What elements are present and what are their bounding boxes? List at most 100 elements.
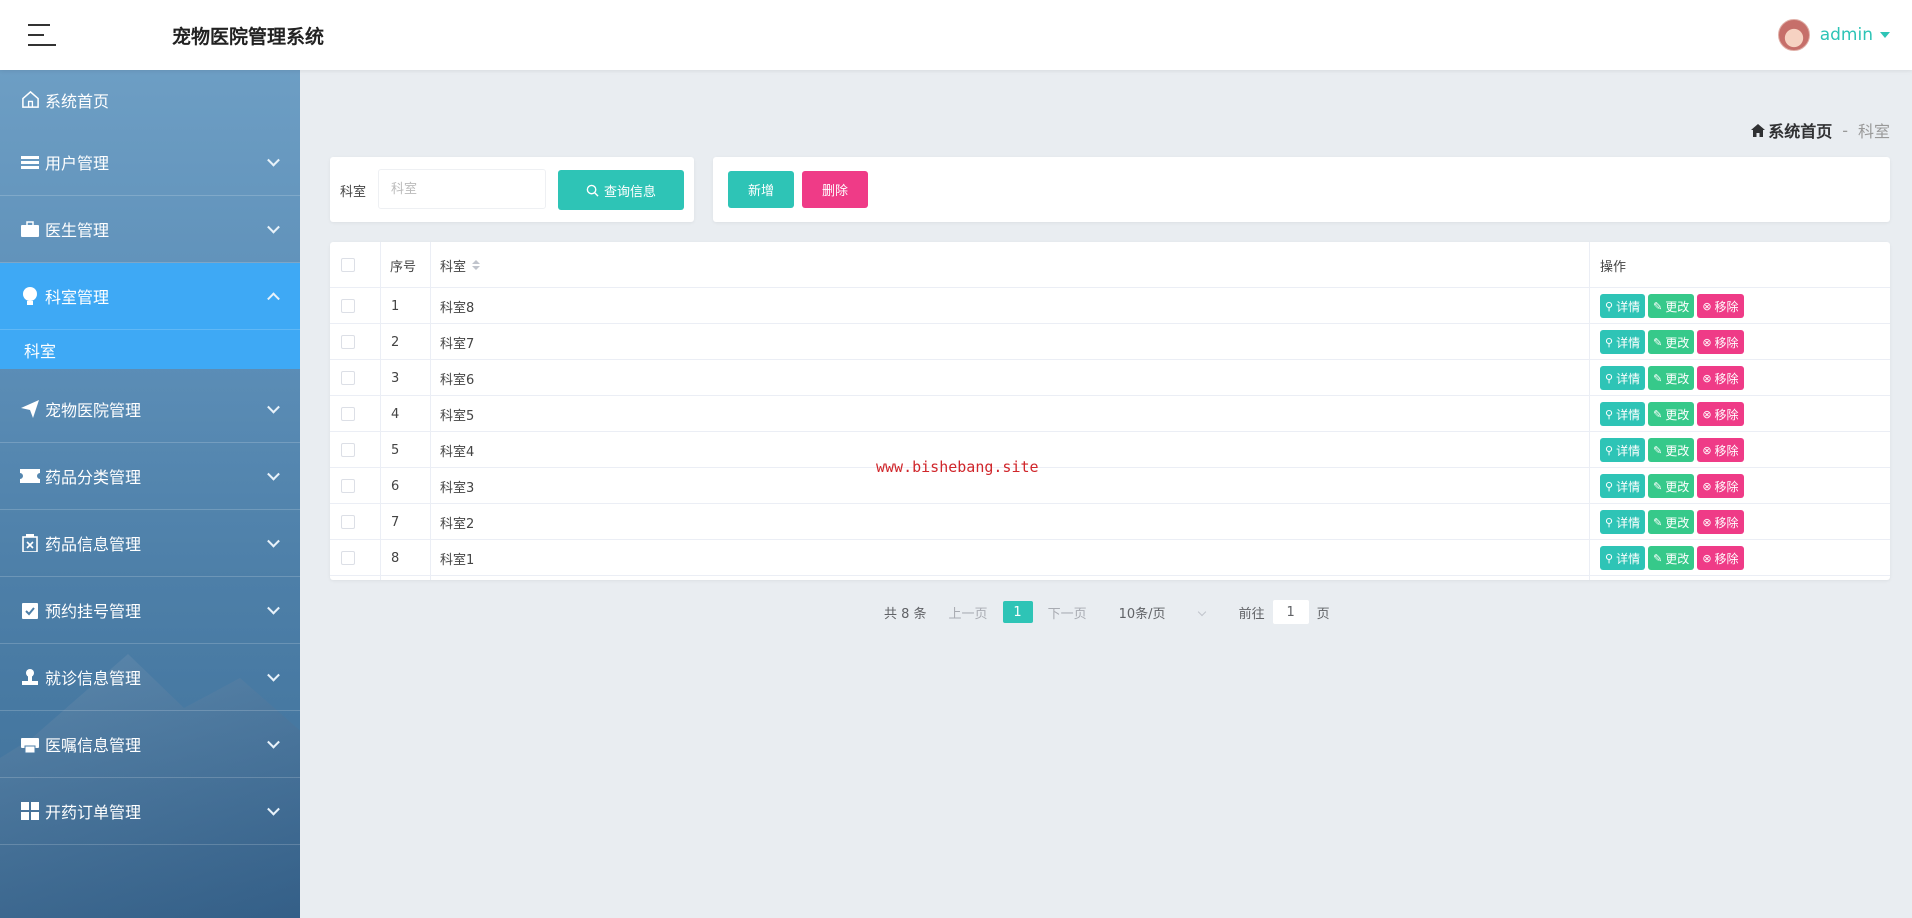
breadcrumb-home[interactable]: 系统首页 — [1751, 118, 1832, 142]
header-name[interactable]: 科室 — [440, 242, 481, 288]
search-input[interactable] — [378, 169, 546, 209]
edit-button[interactable]: ✎ 更改 — [1648, 366, 1695, 390]
edit-button[interactable]: ✎ 更改 — [1648, 474, 1695, 498]
remove-button[interactable]: ⊗ 移除 — [1697, 546, 1744, 570]
remove-button[interactable]: ⊗ 移除 — [1697, 330, 1744, 354]
pagination: 共 8 条 上一页 1 下一页 10条/页 前往 页 — [884, 600, 1330, 624]
detail-button[interactable]: ⚲ 详情 — [1600, 474, 1646, 498]
chevron-down-icon — [267, 220, 280, 234]
search-button[interactable]: 查询信息 — [558, 170, 684, 210]
close-circle-icon: ⊗ — [1702, 371, 1712, 385]
sidebar-item-label: 药品信息管理 — [45, 535, 142, 554]
detail-button[interactable]: ⚲ 详情 — [1600, 510, 1646, 534]
header-operations: 操作 — [1600, 259, 1627, 275]
remove-button[interactable]: ⊗ 移除 — [1697, 402, 1744, 426]
row-select-cell — [341, 540, 355, 576]
row-checkbox[interactable] — [341, 443, 355, 457]
row-operations: ⚲ 详情 ✎ 更改 ⊗ 移除 — [1600, 468, 1744, 504]
sidebar-item-appointments[interactable]: 预约挂号管理 — [0, 577, 300, 644]
pencil-icon: ✎ — [1653, 551, 1663, 565]
sidebar-item-doctors[interactable]: 医生管理 — [0, 196, 300, 263]
edit-button-label: 更改 — [1665, 335, 1690, 350]
user-menu[interactable]: admin — [1777, 18, 1890, 52]
row-checkbox[interactable] — [341, 515, 355, 529]
row-index: 7 — [391, 514, 400, 530]
detail-button[interactable]: ⚲ 详情 — [1600, 294, 1646, 318]
sidebar-item-home[interactable]: 系统首页 — [0, 70, 300, 129]
sidebar-item-prescription-orders[interactable]: 开药订单管理 — [0, 778, 300, 845]
breadcrumb-current: 科室 — [1857, 122, 1890, 141]
chevron-down-icon — [267, 534, 280, 548]
edit-button-label: 更改 — [1665, 299, 1690, 314]
row-index: 3 — [391, 370, 400, 386]
row-index: 2 — [391, 334, 400, 350]
row-operations: ⚲ 详情 ✎ 更改 ⊗ 移除 — [1600, 288, 1744, 324]
close-circle-icon: ⊗ — [1702, 515, 1712, 529]
menu-toggle-icon[interactable] — [28, 24, 56, 46]
row-index: 1 — [391, 298, 400, 314]
top-header: 宠物医院管理系统 admin — [0, 0, 1912, 70]
sidebar-item-visits[interactable]: 就诊信息管理 — [0, 644, 300, 711]
sidebar-item-departments[interactable]: 科室管理 — [0, 263, 300, 330]
detail-button[interactable]: ⚲ 详情 — [1600, 366, 1646, 390]
pencil-icon: ✎ — [1653, 443, 1663, 457]
sidebar-subitem-department[interactable]: 科室 — [0, 330, 300, 369]
remove-button[interactable]: ⊗ 移除 — [1697, 438, 1744, 462]
detail-button[interactable]: ⚲ 详情 — [1600, 402, 1646, 426]
row-checkbox[interactable] — [341, 335, 355, 349]
row-checkbox[interactable] — [341, 371, 355, 385]
remove-button[interactable]: ⊗ 移除 — [1697, 366, 1744, 390]
goto-page-input[interactable] — [1272, 600, 1309, 624]
remove-button[interactable]: ⊗ 移除 — [1697, 510, 1744, 534]
edit-button[interactable]: ✎ 更改 — [1648, 510, 1695, 534]
header-select-all[interactable] — [341, 242, 355, 288]
sidebar-item-label: 系统首页 — [45, 91, 110, 111]
edit-button[interactable]: ✎ 更改 — [1648, 294, 1695, 318]
sidebar-item-users[interactable]: 用户管理 — [0, 129, 300, 196]
paper-plane-icon — [20, 399, 40, 419]
row-name: 科室3 — [440, 480, 475, 496]
page-size-select[interactable]: 10条/页 — [1119, 600, 1209, 624]
close-circle-icon: ⊗ — [1702, 479, 1712, 493]
edit-button[interactable]: ✎ 更改 — [1648, 402, 1695, 426]
sidebar-item-label: 药品分类管理 — [45, 468, 142, 487]
row-checkbox[interactable] — [341, 479, 355, 493]
row-operations: ⚲ 详情 ✎ 更改 ⊗ 移除 — [1600, 396, 1744, 432]
edit-button[interactable]: ✎ 更改 — [1648, 438, 1695, 462]
edit-button-label: 更改 — [1665, 371, 1690, 386]
edit-button[interactable]: ✎ 更改 — [1648, 546, 1695, 570]
search-button-label: 查询信息 — [603, 184, 656, 200]
sidebar-item-pet-hospitals[interactable]: 宠物医院管理 — [0, 376, 300, 443]
sidebar-item-label: 开药订单管理 — [45, 803, 142, 822]
pagination-prev[interactable]: 上一页 — [949, 603, 988, 622]
remove-button[interactable]: ⊗ 移除 — [1697, 294, 1744, 318]
row-checkbox[interactable] — [341, 299, 355, 313]
remove-button[interactable]: ⊗ 移除 — [1697, 474, 1744, 498]
edit-button-label: 更改 — [1665, 407, 1690, 422]
detail-button[interactable]: ⚲ 详情 — [1600, 546, 1646, 570]
delete-button[interactable]: 删除 — [802, 171, 868, 208]
row-checkbox[interactable] — [341, 551, 355, 565]
add-button[interactable]: 新增 — [728, 171, 794, 208]
table-row: 5 科室4 ⚲ 详情 ✎ 更改 ⊗ 移除 — [330, 432, 1890, 468]
row-checkbox[interactable] — [341, 407, 355, 421]
detail-button[interactable]: ⚲ 详情 — [1600, 330, 1646, 354]
sidebar-item-medicine-info[interactable]: 药品信息管理 — [0, 510, 300, 577]
pagination-next[interactable]: 下一页 — [1048, 603, 1087, 622]
sort-icon[interactable] — [472, 260, 481, 270]
sidebar-item-medicine-categories[interactable]: 药品分类管理 — [0, 443, 300, 510]
sidebar-nav: 系统首页 用户管理 医生管理 科室管理 科室 宠物医院管理 药品分类管理 药品信… — [0, 70, 300, 845]
detail-button-label: 详情 — [1616, 299, 1641, 314]
table-row: 4 科室5 ⚲ 详情 ✎ 更改 ⊗ 移除 — [330, 396, 1890, 432]
search-label: 科室 — [340, 185, 367, 200]
row-name: 科室7 — [440, 336, 475, 352]
edit-button[interactable]: ✎ 更改 — [1648, 330, 1695, 354]
sidebar-item-medical-orders[interactable]: 医嘱信息管理 — [0, 711, 300, 778]
row-select-cell — [341, 288, 355, 324]
goto-prefix: 前往 — [1238, 606, 1265, 622]
select-all-checkbox[interactable] — [341, 258, 355, 272]
chevron-down-icon — [267, 601, 280, 615]
detail-button[interactable]: ⚲ 详情 — [1600, 438, 1646, 462]
chevron-down-icon — [267, 467, 280, 481]
pagination-page[interactable]: 1 — [1002, 601, 1033, 623]
